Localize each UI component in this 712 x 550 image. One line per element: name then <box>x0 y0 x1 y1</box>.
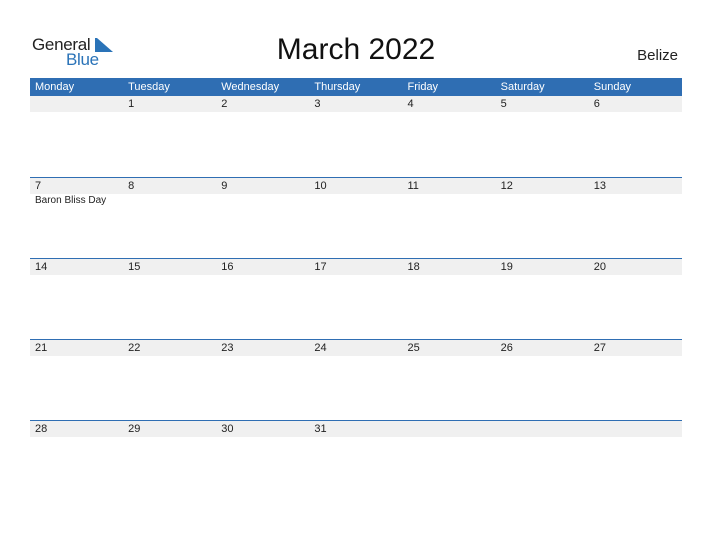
date-strip: 1 2 3 4 5 6 <box>30 96 682 112</box>
day-cell: 23 <box>221 342 234 354</box>
day-cell: 13 <box>593 180 606 192</box>
day-cell: 7 <box>35 180 42 192</box>
calendar-title: March 2022 <box>276 33 436 66</box>
day-cell <box>589 421 682 437</box>
day-cell: 12 <box>500 180 513 192</box>
week-row-2: 7 8 9 10 11 12 13 Baron Bliss Day <box>30 177 682 258</box>
day-cell: 6 <box>593 98 600 110</box>
country-label: Belize <box>637 47 678 64</box>
weekday-sunday: Sunday <box>593 81 632 93</box>
day-cell: 20 <box>593 261 606 273</box>
day-cell: 29 <box>128 423 141 435</box>
weekday-monday: Monday <box>35 81 75 93</box>
day-cell: 1 <box>128 98 135 110</box>
event-row: Baron Bliss Day <box>30 194 682 208</box>
weekday-thursday: Thursday <box>314 81 361 93</box>
day-cell: 5 <box>500 98 507 110</box>
weekday-tuesday: Tuesday <box>128 81 170 93</box>
day-cell: 10 <box>314 180 327 192</box>
day-cell <box>30 96 123 112</box>
date-strip: 21 22 23 24 25 26 27 <box>30 340 682 356</box>
day-cell <box>403 421 496 437</box>
week-row-5: 28 29 30 31 <box>30 420 682 501</box>
date-strip: 28 29 30 31 <box>30 421 682 437</box>
day-cell <box>496 421 589 437</box>
day-cell: 18 <box>407 261 420 273</box>
day-cell: 9 <box>221 180 228 192</box>
day-cell: 3 <box>314 98 321 110</box>
week-row-4: 21 22 23 24 25 26 27 <box>30 339 682 420</box>
holiday-label: Baron Bliss Day <box>35 195 107 206</box>
calendar-grid: Monday Tuesday Wednesday Thursday Friday… <box>30 78 682 501</box>
day-cell: 11 <box>407 180 419 192</box>
weekday-wednesday: Wednesday <box>221 81 280 93</box>
day-cell: 27 <box>593 342 606 354</box>
date-strip: 14 15 16 17 18 19 20 <box>30 259 682 275</box>
day-cell: 22 <box>128 342 141 354</box>
day-cell: 25 <box>407 342 420 354</box>
day-cell: 15 <box>128 261 141 273</box>
weekday-saturday: Saturday <box>500 81 545 93</box>
week-row-3: 14 15 16 17 18 19 20 <box>30 258 682 339</box>
day-cell: 30 <box>221 423 234 435</box>
day-cell: 28 <box>35 423 48 435</box>
day-cell: 16 <box>221 261 234 273</box>
day-cell: 4 <box>407 98 414 110</box>
day-cell: 31 <box>314 423 327 435</box>
weekday-friday: Friday <box>407 81 439 93</box>
day-cell: 24 <box>314 342 327 354</box>
week-row-1: 1 2 3 4 5 6 <box>30 96 682 177</box>
date-strip: 7 8 9 10 11 12 13 <box>30 178 682 194</box>
weekday-header: Monday Tuesday Wednesday Thursday Friday… <box>30 78 682 96</box>
day-cell: 17 <box>314 261 327 273</box>
day-cell: 14 <box>35 261 48 273</box>
day-cell: 21 <box>35 342 48 354</box>
day-cell: 26 <box>500 342 513 354</box>
day-cell: 8 <box>128 180 135 192</box>
day-cell: 2 <box>221 98 228 110</box>
day-cell: 19 <box>500 261 513 273</box>
